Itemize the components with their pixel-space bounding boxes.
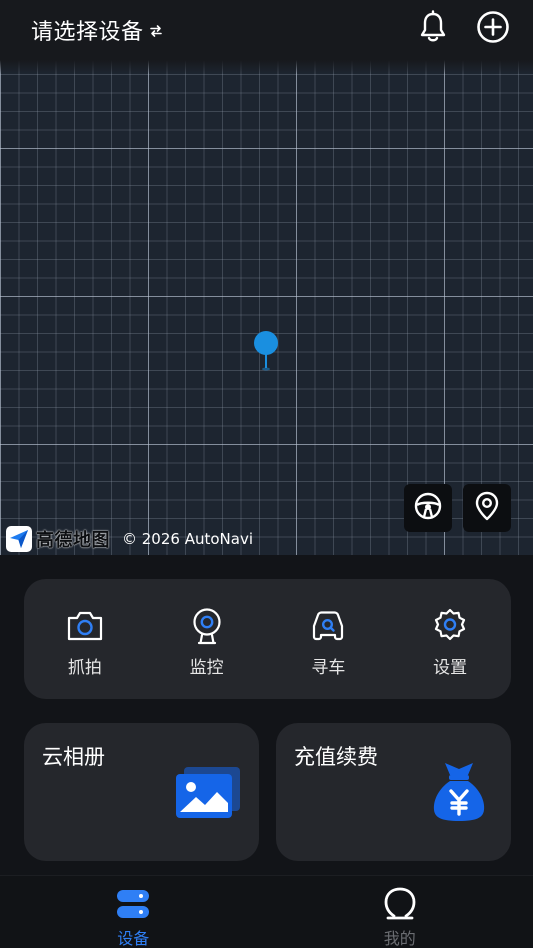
webcam-icon <box>187 607 227 645</box>
swap-arrows-icon <box>149 23 163 37</box>
tab-device[interactable]: 设备 <box>0 876 267 948</box>
recharge-card[interactable]: 充值续费 <box>276 723 511 861</box>
car-search-icon <box>308 607 348 645</box>
action-monitor-label: 监控 <box>189 658 224 678</box>
amap-logo-icon <box>6 526 32 552</box>
gear-icon <box>430 607 470 645</box>
plus-circle-icon[interactable] <box>476 10 510 44</box>
bottom-tab-bar: 设备 我的 <box>0 875 533 948</box>
device-icon <box>115 886 151 922</box>
profile-icon <box>382 886 418 922</box>
action-find-car[interactable]: 寻车 <box>268 579 390 699</box>
map-view[interactable]: 高德地图 © 2026 AutoNavi <box>0 60 533 555</box>
money-bag-icon <box>430 761 488 823</box>
action-settings-label: 设置 <box>433 658 468 678</box>
main-content: 抓拍 监控 寻车 设置 云相册 充值续费 <box>0 555 533 875</box>
device-selector-title: 请选择设备 <box>31 20 144 45</box>
bell-icon[interactable] <box>416 10 450 44</box>
camera-icon <box>65 607 105 645</box>
action-capture-label: 抓拍 <box>67 658 102 678</box>
action-capture[interactable]: 抓拍 <box>24 579 146 699</box>
tab-profile[interactable]: 我的 <box>267 876 533 948</box>
map-attribution: 高德地图 © 2026 AutoNavi <box>6 526 253 552</box>
location-pin-icon <box>473 491 501 525</box>
tab-device-label: 设备 <box>117 929 150 948</box>
steering-wheel-button[interactable] <box>404 484 452 532</box>
device-selector[interactable]: 请选择设备 <box>31 14 163 46</box>
map-top-fade <box>0 60 533 74</box>
steering-wheel-icon <box>414 492 442 524</box>
map-copyright: © 2026 AutoNavi <box>122 530 253 548</box>
action-find-car-label: 寻车 <box>311 658 346 678</box>
top-header: 请选择设备 <box>0 0 533 60</box>
photo-album-icon <box>174 765 242 819</box>
action-monitor[interactable]: 监控 <box>146 579 268 699</box>
quick-actions-panel: 抓拍 监控 寻车 设置 <box>24 579 511 699</box>
locate-button[interactable] <box>463 484 511 532</box>
tab-profile-label: 我的 <box>383 929 416 948</box>
map-location-pin-icon[interactable] <box>253 330 279 372</box>
action-settings[interactable]: 设置 <box>389 579 511 699</box>
cloud-album-card[interactable]: 云相册 <box>24 723 259 861</box>
map-brand-name: 高德地图 <box>36 530 110 551</box>
recharge-title: 充值续费 <box>294 745 378 769</box>
cloud-album-title: 云相册 <box>42 745 105 769</box>
